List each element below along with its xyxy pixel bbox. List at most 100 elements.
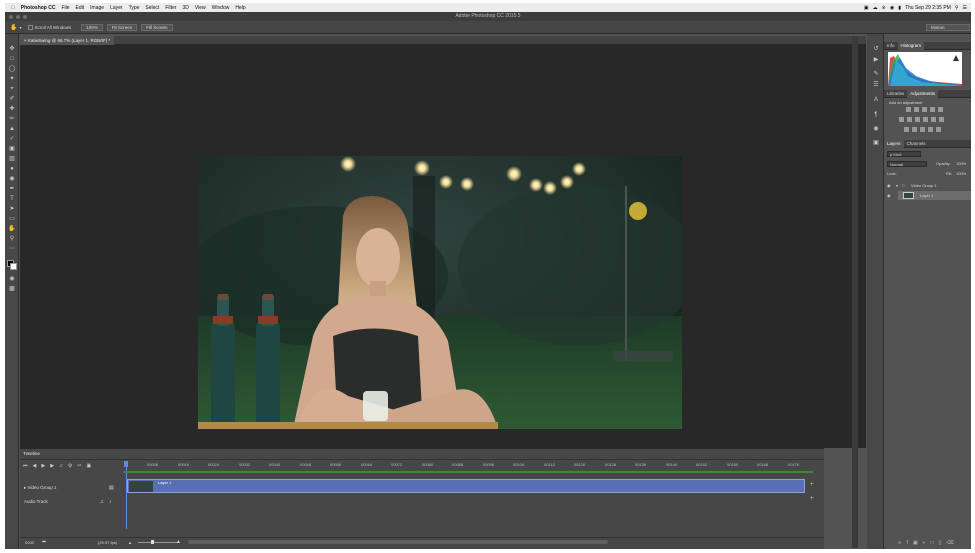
- zoom-out-icon[interactable]: ▲: [128, 540, 132, 545]
- type-tool-icon[interactable]: T: [8, 196, 16, 203]
- zoom-tool-icon[interactable]: ⚲: [8, 236, 16, 243]
- black-white-icon[interactable]: [915, 117, 920, 122]
- move-tool-icon[interactable]: ✥: [8, 46, 16, 53]
- properties-icon[interactable]: ☰: [872, 82, 880, 89]
- music-icon[interactable]: ♪: [109, 496, 112, 508]
- menu-view[interactable]: View: [195, 5, 206, 11]
- brightness-icon[interactable]: [906, 107, 911, 112]
- mask-icon[interactable]: ▣: [913, 540, 918, 546]
- link-icon[interactable]: ∞: [898, 540, 902, 546]
- eye-icon[interactable]: ◉: [887, 193, 891, 198]
- curves-icon[interactable]: [922, 107, 927, 112]
- brush-tool-icon[interactable]: ✏: [8, 116, 16, 123]
- trash-icon[interactable]: ⌫: [947, 540, 954, 546]
- split-icon[interactable]: ✂: [77, 463, 81, 469]
- crop-tool-icon[interactable]: ⌖: [8, 86, 16, 93]
- clock[interactable]: Thu Sep 29 2:35 PM: [905, 5, 951, 11]
- threshold-icon[interactable]: [920, 127, 925, 132]
- photo-filter-icon[interactable]: [923, 117, 928, 122]
- history-brush-tool-icon[interactable]: ✓: [8, 136, 16, 143]
- fit-screen-button[interactable]: Fit Screen: [106, 23, 138, 31]
- color-balance-icon[interactable]: [907, 117, 912, 122]
- menu-edit[interactable]: Edit: [76, 5, 85, 11]
- tab-channels[interactable]: Channels: [904, 140, 929, 148]
- search-icon[interactable]: ⚲: [955, 5, 959, 11]
- channel-mixer-icon[interactable]: [931, 117, 936, 122]
- path-select-tool-icon[interactable]: ➤: [8, 206, 16, 213]
- menu-file[interactable]: File: [61, 5, 69, 11]
- battery-icon[interactable]: ▮: [898, 5, 901, 11]
- blend-mode-select[interactable]: Normal: [887, 161, 927, 167]
- wifi-icon[interactable]: ◉: [890, 5, 894, 11]
- canvas-area[interactable]: [20, 45, 866, 448]
- scroll-all-checkbox[interactable]: [27, 24, 33, 30]
- layer-row-layer-1[interactable]: Layer 1: [898, 191, 971, 200]
- menu-window[interactable]: Window: [212, 5, 230, 11]
- 3d-icon[interactable]: ▣: [872, 140, 880, 147]
- hand-tool-icon[interactable]: ✋: [8, 226, 16, 233]
- list-icon[interactable]: ☰: [963, 5, 967, 11]
- adjustment-layer-icon[interactable]: ◐: [923, 540, 926, 546]
- invert-icon[interactable]: [904, 127, 909, 132]
- character-icon[interactable]: A: [872, 97, 880, 104]
- group-icon[interactable]: □: [931, 540, 934, 546]
- posterize-icon[interactable]: [912, 127, 917, 132]
- play-icon[interactable]: ▶: [41, 463, 45, 469]
- workspace-select[interactable]: Motion: [926, 23, 970, 31]
- zoom-100-button[interactable]: 100%: [81, 23, 103, 31]
- fill-screen-button[interactable]: Fill Screen: [141, 23, 173, 31]
- brush-preset-icon[interactable]: ✎: [872, 71, 880, 78]
- menu-select[interactable]: Select: [145, 5, 159, 11]
- exposure-icon[interactable]: [930, 107, 935, 112]
- eyedropper-tool-icon[interactable]: ✐: [8, 96, 16, 103]
- lasso-tool-icon[interactable]: ◯: [8, 66, 16, 73]
- shape-tool-icon[interactable]: ▭: [8, 216, 16, 223]
- panel-scrollbar[interactable]: [852, 36, 858, 548]
- close-icon[interactable]: [9, 15, 13, 19]
- audio-icon[interactable]: ♫: [59, 463, 63, 469]
- opacity-value[interactable]: 100%: [956, 161, 966, 166]
- layer-row-video-group[interactable]: ◉ ▾ □ Video Group 1: [884, 182, 971, 190]
- fx-icon[interactable]: f: [907, 540, 908, 546]
- cloud-icon[interactable]: ☁: [873, 5, 878, 11]
- apple-icon[interactable]: : [11, 5, 15, 11]
- film-icon[interactable]: ▤: [109, 482, 114, 494]
- track-audio[interactable]: Audio Track ♫ ♪: [20, 496, 120, 508]
- chevron-down-icon[interactable]: ▾: [19, 25, 21, 30]
- render-icon[interactable]: ➦: [42, 539, 46, 545]
- paragraph-icon[interactable]: ¶: [872, 112, 880, 119]
- tab-histogram[interactable]: Histogram: [897, 42, 925, 50]
- timeline-scrollbar[interactable]: [188, 540, 608, 544]
- add-media-icon[interactable]: +: [810, 482, 814, 488]
- bluetooth-icon[interactable]: ※: [882, 5, 886, 11]
- gradient-tool-icon[interactable]: ▧: [8, 156, 16, 163]
- tab-adjustments[interactable]: Adjustments: [907, 90, 939, 98]
- screen-mode-icon[interactable]: ▩: [8, 286, 16, 293]
- next-frame-icon[interactable]: ▶: [50, 463, 54, 469]
- quick-select-tool-icon[interactable]: ✦: [8, 76, 16, 83]
- gradient-map-icon[interactable]: [928, 127, 933, 132]
- eye-icon[interactable]: ◉: [887, 182, 891, 190]
- blur-tool-icon[interactable]: ●: [8, 166, 16, 173]
- menu-filter[interactable]: Filter: [165, 5, 176, 11]
- background-color-swatch[interactable]: [10, 263, 17, 270]
- minimize-icon[interactable]: [16, 15, 20, 19]
- color-lookup-icon[interactable]: [939, 117, 944, 122]
- new-layer-icon[interactable]: ▯: [939, 540, 942, 546]
- menu-app[interactable]: Photoshop CC: [21, 5, 56, 11]
- tab-layers[interactable]: Layers: [884, 140, 904, 148]
- first-frame-icon[interactable]: ⏮: [23, 463, 28, 469]
- levels-icon[interactable]: [914, 107, 919, 112]
- settings-icon[interactable]: ⚙: [68, 463, 72, 469]
- document-tab[interactable]: × KatieSwing @ 66.7% (Layer 1, RGB/8*) *: [20, 36, 115, 45]
- time-ruler[interactable]: 00008 00016 00024 00032 00040 00048 0005…: [123, 462, 813, 470]
- tab-info[interactable]: Info: [884, 42, 898, 50]
- menu-3d[interactable]: 3D: [182, 5, 188, 11]
- zoom-slider[interactable]: [138, 542, 178, 543]
- play-icon[interactable]: ▶: [872, 57, 880, 64]
- speaker-icon[interactable]: ♫: [100, 496, 104, 508]
- work-area-bar[interactable]: [123, 471, 813, 473]
- chevron-down-icon[interactable]: ▾: [896, 182, 898, 190]
- status-icon[interactable]: ▣: [864, 5, 869, 11]
- menu-image[interactable]: Image: [90, 5, 104, 11]
